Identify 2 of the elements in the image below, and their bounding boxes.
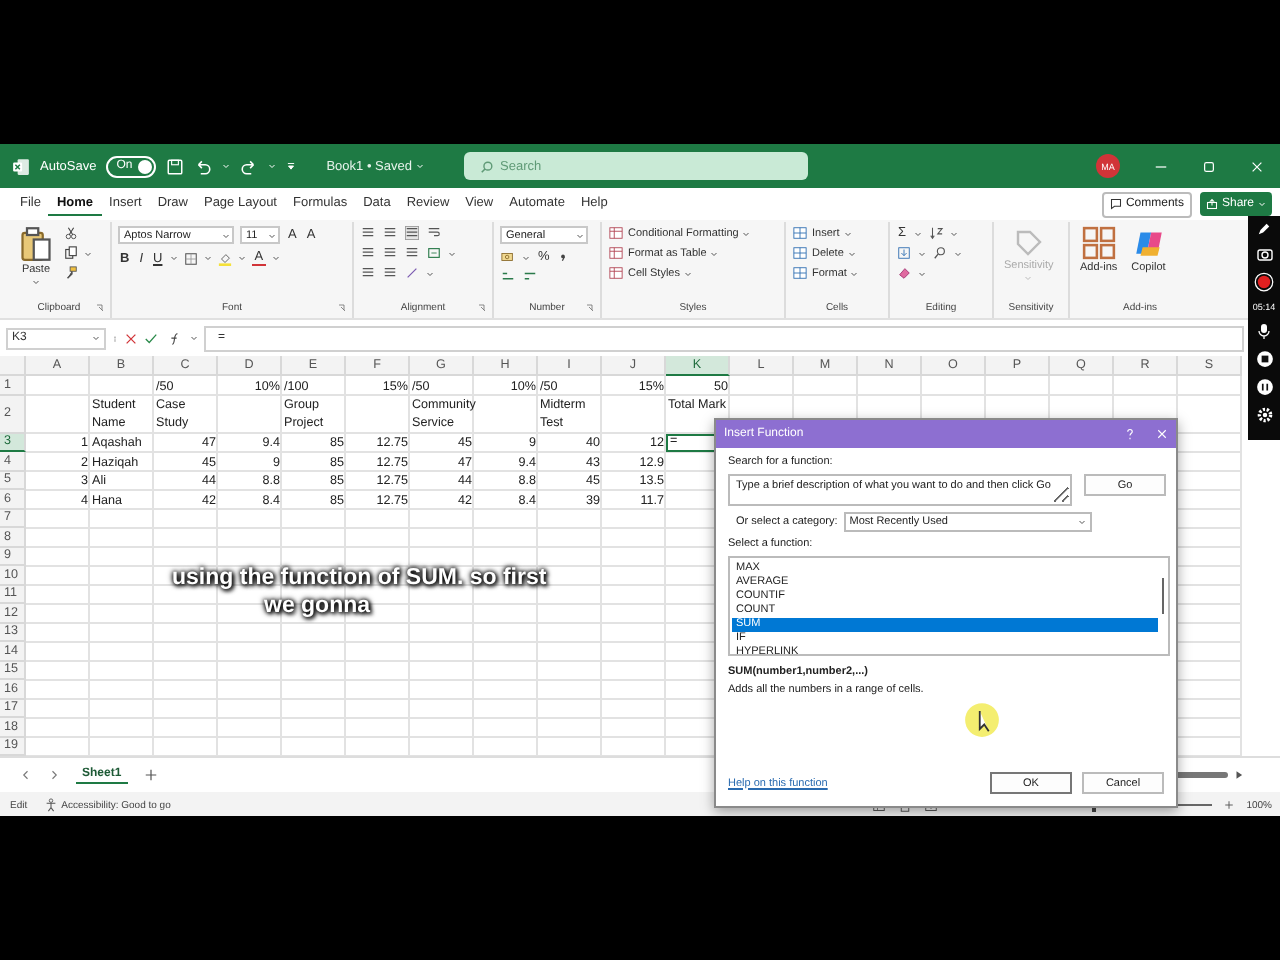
subtitle-text: we gonna xyxy=(259,592,376,620)
subtitle-text: using the function of SUM. so first xyxy=(172,564,547,592)
